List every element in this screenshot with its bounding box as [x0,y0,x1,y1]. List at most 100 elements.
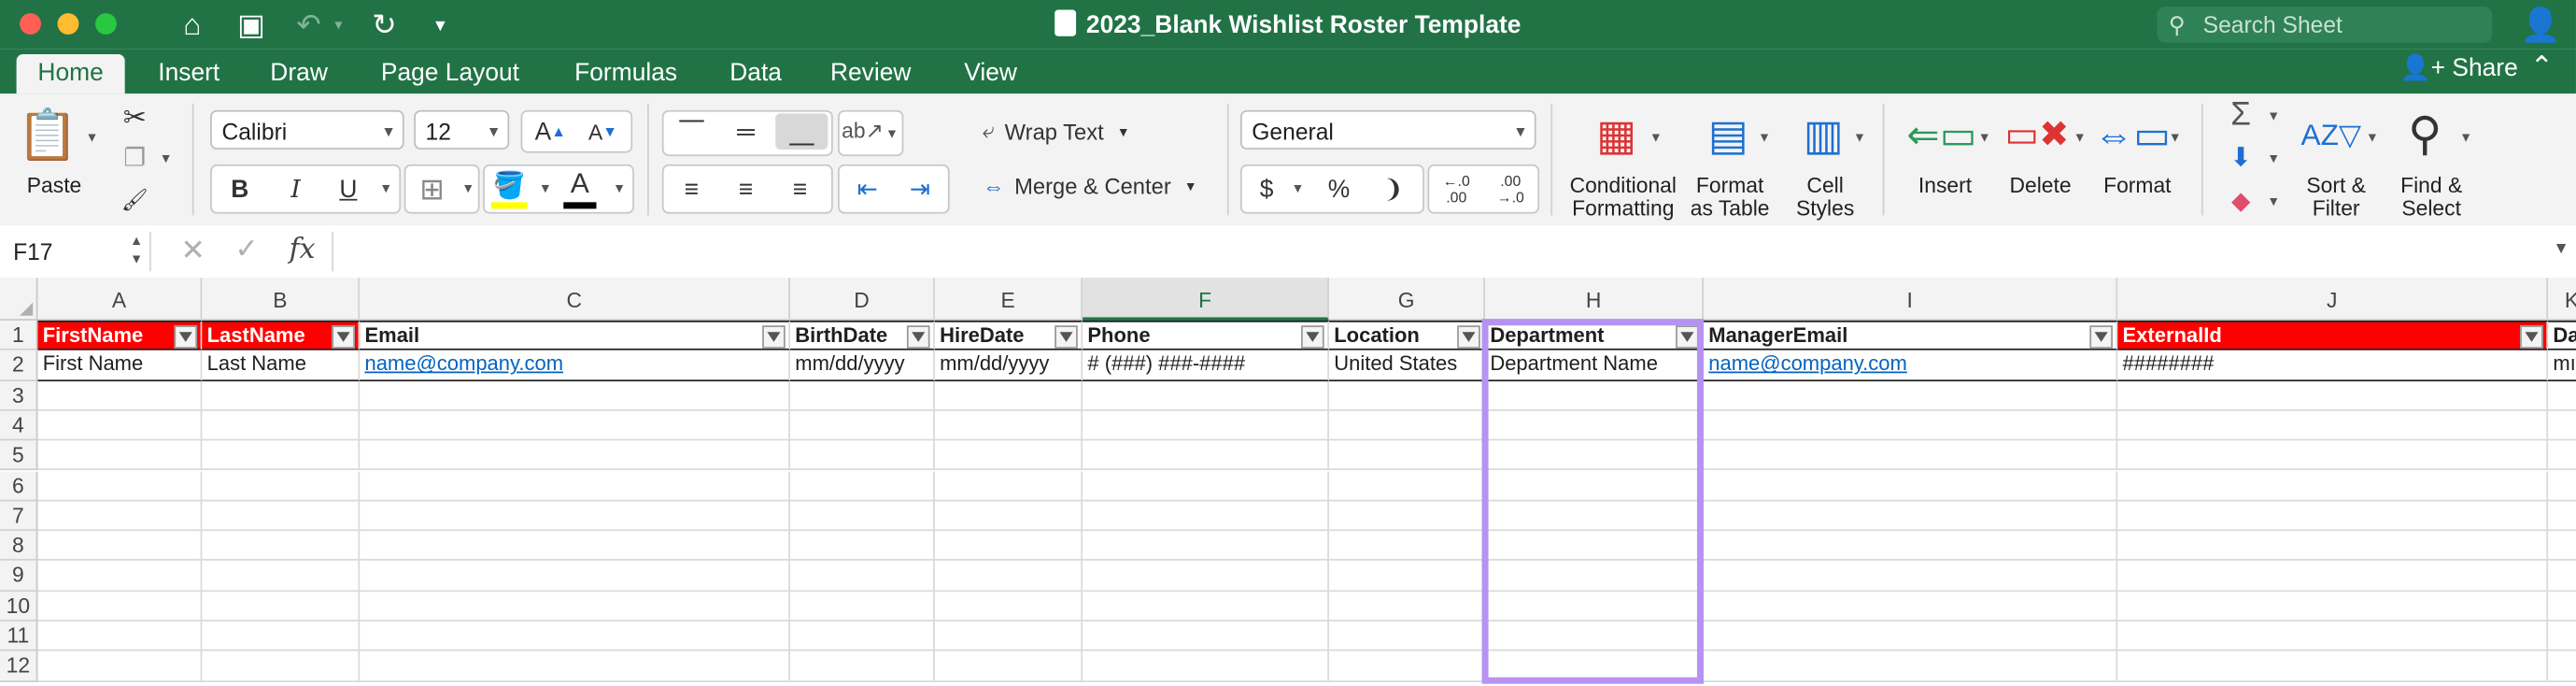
row-header-3[interactable]: 3 [0,380,38,411]
header-cell-j[interactable]: ExternalId [2117,320,2549,351]
autosum-dropdown-icon[interactable]: ▼ [2267,108,2280,123]
empty-cell[interactable] [2117,410,2549,441]
cell-j2[interactable]: ######## [2117,350,2549,381]
cell-c2[interactable]: name@company.com [360,350,791,381]
empty-cell[interactable] [790,501,935,532]
row-header-4[interactable]: 4 [0,410,38,441]
empty-cell[interactable] [202,440,361,471]
align-middle-icon[interactable]: ═ [721,113,771,150]
filter-dropdown-icon[interactable] [332,325,355,349]
header-cell-a[interactable]: FirstName [37,320,203,351]
increase-decimal-button[interactable]: ←.0 .00 [1431,169,1482,208]
empty-cell[interactable] [1083,501,1329,532]
empty-cell[interactable] [360,561,791,592]
empty-cell[interactable] [1703,621,2118,652]
align-center-icon[interactable]: ≡ [721,169,771,208]
empty-cell[interactable] [2548,622,2576,652]
increase-indent-icon[interactable]: ⇥ [896,169,945,208]
increase-font-size-icon[interactable]: A ▲ [526,113,575,150]
decrease-decimal-button[interactable]: .00 →.0 [1485,169,1536,208]
collapse-ribbon-icon[interactable]: ⌃ [2530,51,2554,84]
paste-icon[interactable]: 📋 [17,104,78,166]
empty-cell[interactable] [360,591,791,622]
decrease-font-size-icon[interactable]: A ▼ [578,113,628,150]
empty-cell[interactable] [2117,591,2549,622]
font-color-icon[interactable]: A [560,166,600,203]
underline-button[interactable]: U [324,169,374,208]
format-cells-icon[interactable]: ⇔▭ [2094,107,2171,163]
empty-cell[interactable] [1328,591,1486,622]
account-icon[interactable]: 👤 [2520,5,2561,46]
tab-draw[interactable]: Draw [256,54,341,93]
row-header-9[interactable]: 9 [0,561,38,592]
filter-dropdown-icon[interactable] [1457,325,1480,349]
empty-cell[interactable] [202,501,361,532]
underline-dropdown-icon[interactable]: ▼ [379,180,392,195]
empty-cell[interactable] [790,380,935,411]
empty-cell[interactable] [2117,470,2549,502]
paste-dropdown-icon[interactable]: ▼ [85,130,98,145]
empty-cell[interactable] [1083,410,1329,441]
empty-cell[interactable] [1485,561,1704,592]
empty-cell[interactable] [37,410,203,441]
empty-cell[interactable] [360,470,791,502]
find-search-icon[interactable]: ⚲ [2395,104,2454,163]
tab-page-layout[interactable]: Page Layout [368,54,532,93]
column-header-d[interactable]: D [790,278,935,321]
column-header-c[interactable]: C [360,278,791,321]
fill-color-icon[interactable]: 🪣 [488,167,531,204]
empty-cell[interactable] [790,591,935,622]
name-box[interactable]: F17 ▲ ▼ [0,232,151,272]
paste-label[interactable]: Paste [20,174,89,197]
header-cell-k[interactable]: Da [2548,320,2576,351]
insert-function-button[interactable]: fx [290,234,316,266]
empty-cell[interactable] [1703,440,2118,471]
wrap-text-button[interactable]: ⤶ Wrap Text ▼ [983,113,1229,150]
bold-button[interactable]: B [215,169,264,208]
filter-dropdown-icon[interactable] [1676,325,1699,349]
format-as-table-button[interactable]: Format as Table [1682,174,1777,220]
confirm-formula-icon[interactable]: ✓ [235,234,259,266]
email-link[interactable]: name@company.com [1708,352,1907,376]
cell-f2[interactable]: # (###) ###-#### [1083,350,1329,381]
format-as-table-icon[interactable]: ▤ [1695,104,1761,166]
row-header-1[interactable]: 1 [0,320,38,351]
header-cell-f[interactable]: Phone [1083,320,1329,351]
empty-cell[interactable] [1485,440,1704,471]
tab-view[interactable]: View [950,54,1032,93]
chevron-down-icon[interactable]: ▼ [1978,130,1991,145]
filter-dropdown-icon[interactable] [1054,325,1078,349]
empty-cell[interactable] [1328,531,1486,562]
cell-e2[interactable]: mm/dd/yyyy [934,350,1083,381]
empty-cell[interactable] [202,561,361,592]
empty-cell[interactable] [360,531,791,562]
cancel-formula-icon[interactable]: ✕ [180,234,205,268]
empty-cell[interactable] [360,440,791,471]
insert-cells-icon[interactable]: ⇐▭ [1906,107,1976,163]
empty-cell[interactable] [790,531,935,562]
chevron-down-icon[interactable]: ▼ [2459,130,2472,145]
filter-dropdown-icon[interactable] [906,325,930,349]
empty-cell[interactable] [360,621,791,652]
empty-cell[interactable] [1703,531,2118,562]
empty-cell[interactable] [790,651,935,682]
header-cell-d[interactable]: BirthDate [790,320,935,351]
column-header-k[interactable]: K [2548,278,2576,321]
empty-cell[interactable] [37,470,203,502]
cell-g2[interactable]: United States [1328,350,1486,381]
cell-a2[interactable]: First Name [37,350,203,381]
row-header-6[interactable]: 6 [0,470,38,502]
chevron-down-icon[interactable]: ▼ [2169,130,2182,145]
empty-cell[interactable] [2548,471,2576,502]
empty-cell[interactable] [2117,380,2549,411]
empty-cell[interactable] [202,410,361,441]
fill-dropdown-icon[interactable]: ▼ [539,180,552,195]
italic-button[interactable]: I [271,169,320,208]
chevron-down-icon[interactable]: ▼ [2074,130,2087,145]
empty-cell[interactable] [1083,591,1329,622]
cell-i2[interactable]: name@company.com [1703,350,2118,381]
empty-cell[interactable] [2117,440,2549,471]
email-link[interactable]: name@company.com [364,352,563,376]
font-size-select[interactable]: 12 ▼ [414,109,510,150]
borders-button[interactable]: ⊞ ▼ [403,164,480,214]
